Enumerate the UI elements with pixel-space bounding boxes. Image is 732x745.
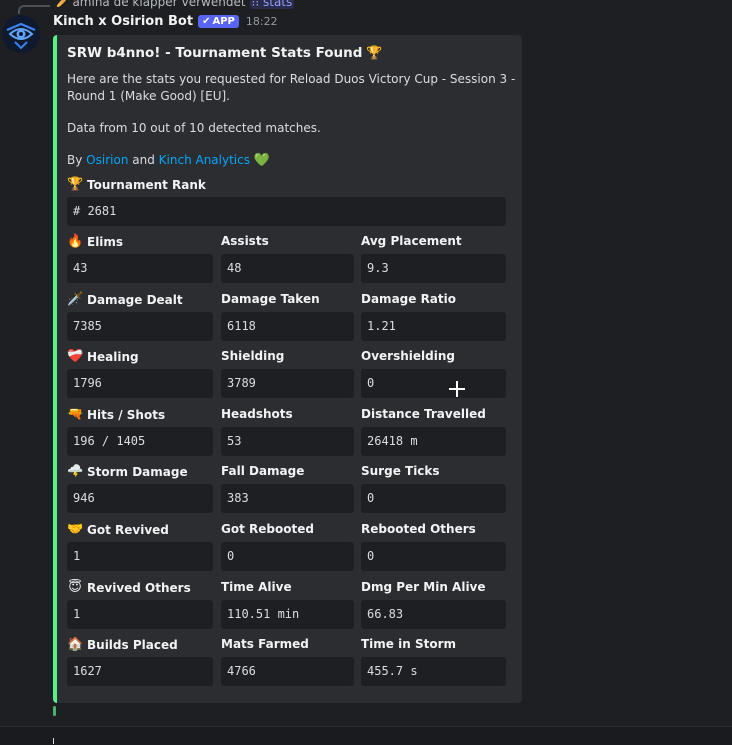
embed-credits: By Osirion and Kinch Analytics 💚 (67, 153, 270, 168)
field-value: 48 (221, 254, 354, 283)
osirion-eye-icon (2, 15, 40, 53)
field-value: 4766 (221, 657, 354, 686)
field-label: 🤝 Got Revived (67, 522, 169, 537)
field-label: Fall Damage (221, 464, 305, 478)
field-label: 😇 Revived Others (68, 580, 191, 595)
field-value: 1796 (67, 369, 213, 398)
field-value: 0 (221, 542, 354, 571)
field-value: 110.51 min (221, 600, 354, 629)
next-embed-accent (53, 706, 56, 716)
field-label: Damage Ratio (361, 292, 456, 306)
water-pistol-icon: 🔫 (67, 407, 84, 422)
field-label: Dmg Per Min Alive (361, 580, 486, 594)
field-value: 1 (67, 542, 213, 571)
field-value: 1 (67, 600, 213, 629)
field-label: Damage Taken (221, 292, 320, 306)
field-value: 0 (361, 369, 506, 398)
storm-cloud-icon: 🌩️ (67, 464, 84, 479)
field-value: 196 / 1405 (67, 427, 213, 456)
field-label: Shielding (221, 349, 285, 363)
tournament-rank-value: # 2681 (67, 197, 506, 226)
bandaged-heart-icon: ❤️‍🩹 (67, 349, 84, 364)
reply-connector (18, 5, 50, 14)
green-heart-icon: 💚 (253, 153, 270, 168)
app-badge: ✔ APP (198, 15, 239, 28)
message-timestamp: 18:22 (245, 15, 278, 28)
trophy-icon: 🏆 (67, 177, 84, 192)
field-value: 383 (221, 484, 354, 513)
field-value: 53 (221, 427, 354, 456)
field-label: Mats Farmed (221, 637, 309, 651)
tournament-rank-label: 🏆 Tournament Rank (67, 177, 206, 192)
handshake-icon: 🤝 (67, 522, 84, 537)
halo-face-icon: 😇 (68, 580, 82, 595)
field-value: 455.7 s (361, 657, 506, 686)
embed-description: Here are the stats you requested for Rel… (67, 72, 516, 103)
embed-title: SRW b4nno! - Tournament Stats Found 🏆 (67, 45, 383, 61)
kinch-analytics-link[interactable]: Kinch Analytics (159, 153, 250, 167)
reply-context[interactable]: 🥖 amina de klapper verwendet ⁝⁝ stats (56, 0, 295, 9)
dagger-icon: 🗡️ (67, 292, 84, 307)
field-value: 66.83 (361, 600, 506, 629)
reply-username[interactable]: amina de klapper (72, 0, 177, 9)
field-value: 43 (67, 254, 213, 283)
message-input-bar[interactable] (0, 726, 732, 745)
field-label: 🔫 Hits / Shots (67, 407, 166, 422)
field-label: 🗡️ Damage Dealt (67, 292, 183, 307)
field-value: 0 (361, 484, 506, 513)
field-value: 9.3 (361, 254, 506, 283)
field-value: 6118 (221, 312, 354, 341)
fire-icon: 🔥 (67, 234, 84, 249)
field-label: 🌩️ Storm Damage (67, 464, 188, 479)
check-icon: ✔ (202, 16, 211, 27)
field-value: 0 (361, 542, 506, 571)
field-label: 🔥 Elims (67, 234, 124, 249)
osirion-link[interactable]: Osirion (86, 153, 128, 167)
field-value: 7385 (67, 312, 213, 341)
house-icon: 🏠 (67, 637, 84, 652)
field-value: 1627 (67, 657, 213, 686)
field-label: 🏠 Builds Placed (67, 637, 178, 652)
stats-embed: SRW b4nno! - Tournament Stats Found 🏆 He… (53, 35, 522, 703)
field-value: 1.21 (361, 312, 506, 341)
embed-match-count: Data from 10 out of 10 detected matches. (67, 121, 321, 135)
message-header: Kinch x Osirion Bot ✔ APP 18:22 (53, 14, 278, 29)
field-label: Rebooted Others (361, 522, 476, 536)
field-label: Assists (221, 234, 269, 248)
text-caret (53, 738, 54, 744)
reply-avatar-icon: 🥖 (56, 0, 69, 8)
reply-verb: verwendet (181, 0, 246, 9)
field-label: Got Rebooted (221, 522, 314, 536)
bot-avatar[interactable] (2, 15, 40, 53)
field-label: Time in Storm (361, 637, 456, 651)
slash-command-link[interactable]: ⁝⁝ stats (249, 0, 295, 9)
field-label: Time Alive (221, 580, 292, 594)
field-value: 3789 (221, 369, 354, 398)
field-label: ❤️‍🩹 Healing (67, 349, 139, 364)
mouse-crosshair-cursor (449, 381, 465, 397)
field-label: Overshielding (361, 349, 455, 363)
field-label: Surge Ticks (361, 464, 440, 478)
field-label: Headshots (221, 407, 293, 421)
field-label: Distance Travelled (361, 407, 486, 421)
field-value: 26418 m (361, 427, 506, 456)
field-label: Avg Placement (361, 234, 462, 248)
author-name[interactable]: Kinch x Osirion Bot (53, 14, 193, 29)
trophy-icon: 🏆 (366, 45, 383, 61)
field-value: 946 (67, 484, 213, 513)
